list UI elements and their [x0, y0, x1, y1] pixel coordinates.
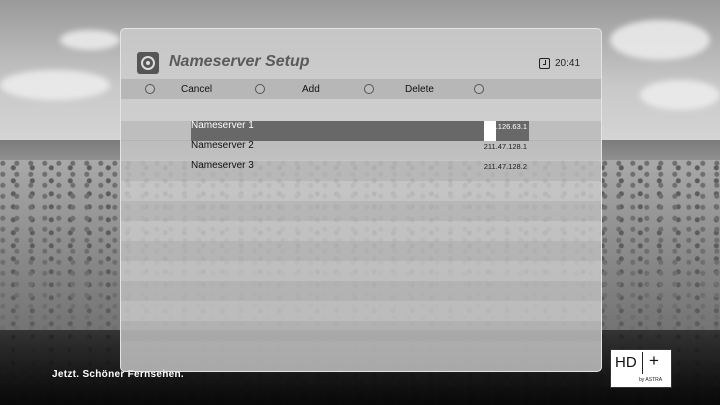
- hd-plus-logo: HD + by ASTRA: [610, 349, 672, 388]
- logo-plus-text: +: [649, 351, 659, 370]
- logo-separator: [642, 352, 643, 374]
- red-key-icon: [145, 84, 155, 94]
- delete-button[interactable]: Delete: [405, 84, 434, 95]
- nameserver-address[interactable]: 168.126.63.1: [483, 122, 527, 131]
- list-row-background: [121, 321, 601, 341]
- green-key-icon: [255, 84, 265, 94]
- cancel-button[interactable]: Cancel: [181, 84, 212, 95]
- button-bar: Cancel Add Delete: [121, 79, 601, 99]
- cloud: [0, 70, 110, 100]
- list-row-background: [121, 201, 601, 221]
- nameserver-label: Nameserver 3: [191, 160, 254, 171]
- settings-gear-icon: [137, 52, 159, 74]
- cloud: [640, 80, 720, 110]
- logo-hd-text: HD: [615, 354, 637, 371]
- nameserver-setup-dialog: Nameserver Setup 20:41 Cancel Add Delete…: [120, 28, 602, 372]
- nameserver-address[interactable]: 211.47.128.2: [484, 162, 527, 171]
- list-row-background: [121, 241, 601, 261]
- nameserver-address[interactable]: 211.47.128.1: [484, 142, 527, 151]
- blue-key-icon: [474, 84, 484, 94]
- clock-icon: [539, 58, 550, 69]
- nameserver-label: Nameserver 2: [191, 140, 254, 151]
- yellow-key-icon: [364, 84, 374, 94]
- dialog-title: Nameserver Setup: [169, 53, 310, 70]
- cloud: [610, 20, 710, 60]
- add-button[interactable]: Add: [302, 84, 320, 95]
- cloud: [60, 30, 120, 50]
- logo-byline: by ASTRA: [639, 377, 663, 383]
- clock-time: 20:41: [555, 58, 581, 69]
- list-row-background: [121, 281, 601, 301]
- nameserver-label: Nameserver 1: [191, 120, 254, 131]
